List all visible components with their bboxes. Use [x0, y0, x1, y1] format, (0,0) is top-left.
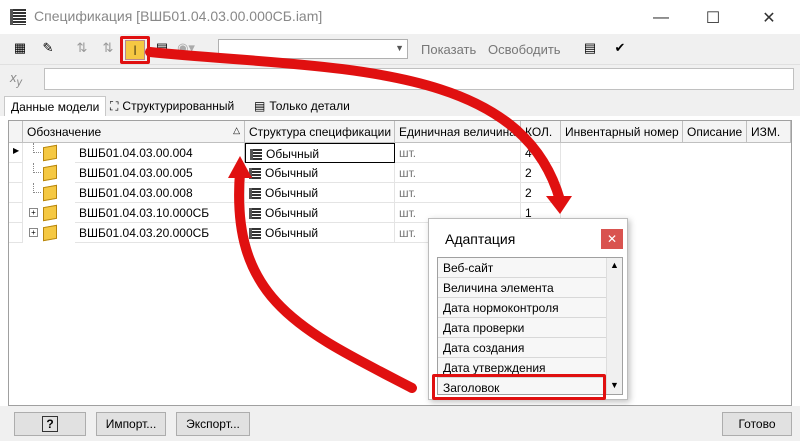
scroll-down-icon[interactable]: ▼ — [610, 380, 619, 390]
bottom-bar: ? Импорт... Экспорт... Готово — [0, 406, 800, 441]
done-button[interactable]: Готово — [722, 412, 792, 436]
list-scrollbar[interactable]: ▲ ▼ — [606, 258, 622, 394]
popup-title: Адаптация — [445, 231, 516, 247]
arrow-head-grid — [228, 156, 252, 178]
list-item[interactable]: Дата нормоконтроля — [438, 298, 606, 318]
popup-close-button[interactable]: ✕ — [601, 229, 623, 249]
list-item[interactable]: Дата проверки — [438, 318, 606, 338]
list-item[interactable]: Веб-сайт — [438, 258, 606, 278]
annotation-arrows — [145, 47, 572, 393]
help-icon: ? — [42, 416, 58, 432]
list-item[interactable]: Величина элемента — [438, 278, 606, 298]
arrow-to-grid — [234, 167, 417, 393]
help-button[interactable]: ? — [14, 412, 86, 436]
list-item[interactable]: Дата создания — [438, 338, 606, 358]
arrow-head-popup — [546, 196, 572, 214]
scroll-up-icon[interactable]: ▲ — [610, 260, 619, 270]
customize-popup: Адаптация ✕ Веб-сайт Величина элемента Д… — [428, 218, 628, 400]
import-button[interactable]: Импорт... — [96, 412, 166, 436]
export-button[interactable]: Экспорт... — [176, 412, 250, 436]
title-field-highlight — [432, 374, 606, 400]
arrow-to-popup — [145, 47, 565, 205]
